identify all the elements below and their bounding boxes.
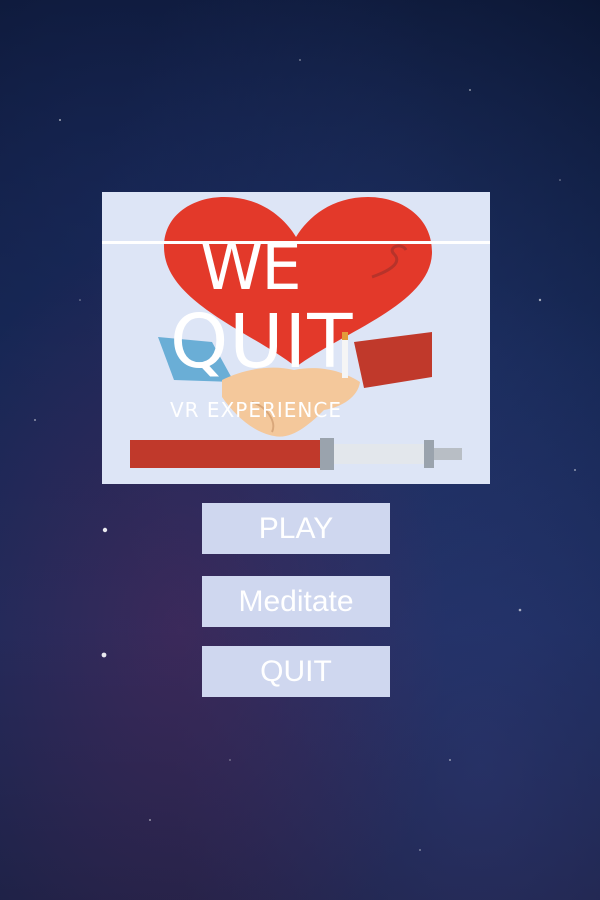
quit-button[interactable]: QUIT <box>202 646 390 697</box>
e-cigarette-icon <box>130 440 320 468</box>
logo-title-quit: QUIT <box>170 299 354 385</box>
logo-title-we: WE <box>200 231 302 305</box>
logo-subtitle: VR EXPERIENCE <box>170 398 342 422</box>
meditate-button[interactable]: Meditate <box>202 576 390 627</box>
play-button[interactable]: PLAY <box>202 503 390 554</box>
right-sleeve <box>354 332 432 388</box>
